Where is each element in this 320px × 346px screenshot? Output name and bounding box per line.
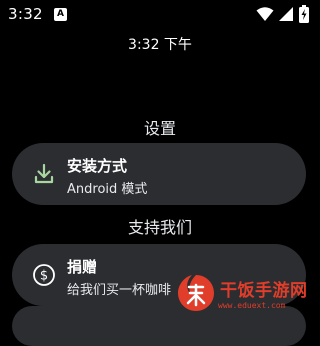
- watermark-text: 干饭手游网: [220, 281, 308, 301]
- donate-title: 捐赠: [67, 258, 98, 276]
- watermark-logo-icon: [178, 275, 214, 311]
- watermark-url: www.eduext.com: [218, 301, 286, 310]
- status-time: 3:32: [8, 5, 43, 23]
- section-header-settings: 设置: [143, 119, 176, 138]
- a-badge-icon: A: [54, 8, 67, 21]
- donate-subtitle: 给我们买一杯咖啡: [67, 283, 172, 298]
- install-mode-item[interactable]: 安装方式 Android 模式: [12, 143, 306, 205]
- install-mode-title: 安装方式: [67, 157, 128, 175]
- dollar-circle-icon: $: [33, 264, 55, 286]
- svg-text:$: $: [40, 269, 48, 284]
- wifi-icon: [256, 7, 274, 21]
- clock-time: 3:32 下午: [128, 37, 192, 53]
- signal-icon: [279, 7, 293, 21]
- section-header-support: 支持我们: [127, 218, 192, 237]
- install-mode-subtitle: Android 模式: [67, 182, 148, 197]
- battery-charging-icon: [299, 5, 309, 23]
- status-bar: 3:32 A: [0, 0, 320, 30]
- download-icon: [34, 163, 54, 184]
- partial-list-item[interactable]: [12, 306, 306, 346]
